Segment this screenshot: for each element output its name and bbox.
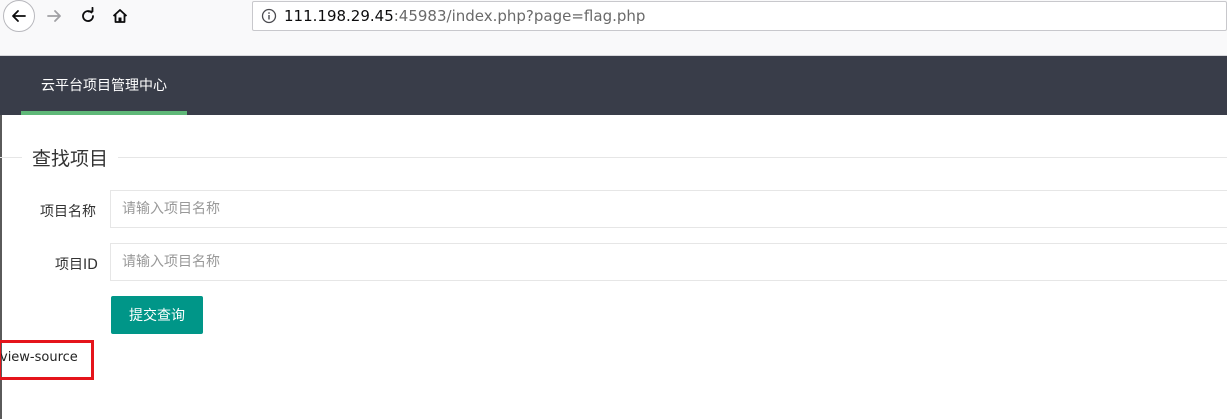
arrow-right-icon xyxy=(47,10,61,22)
project-name-input[interactable] xyxy=(110,190,1227,228)
info-icon[interactable] xyxy=(261,8,277,24)
url-path: :45983/index.php?page=flag.php xyxy=(393,7,646,25)
home-button[interactable] xyxy=(104,0,136,32)
arrow-left-icon xyxy=(12,10,26,22)
forward-button[interactable] xyxy=(38,0,70,32)
project-id-input[interactable] xyxy=(110,243,1227,281)
reload-icon xyxy=(82,7,94,22)
fieldset-divider xyxy=(0,157,1227,158)
browser-toolbar: 111.198.29.45:45983/index.php?page=flag.… xyxy=(0,0,1227,56)
url-text: 111.198.29.45:45983/index.php?page=flag.… xyxy=(284,7,645,25)
submit-query-button[interactable]: 提交查询 xyxy=(111,296,203,334)
reload-button[interactable] xyxy=(72,0,104,32)
home-icon xyxy=(112,9,128,23)
url-host: 111.198.29.45 xyxy=(284,7,394,25)
search-legend: 查找项目 xyxy=(22,144,119,171)
highlight-box xyxy=(0,340,94,380)
app-header: 云平台项目管理中心 xyxy=(0,56,1227,115)
nav-item-brand[interactable]: 云平台项目管理中心 xyxy=(21,56,187,115)
address-bar[interactable]: 111.198.29.45:45983/index.php?page=flag.… xyxy=(252,1,1227,31)
project-id-label: 项目ID xyxy=(55,257,98,273)
project-name-label: 项目名称 xyxy=(40,204,96,220)
back-button[interactable] xyxy=(3,0,35,32)
